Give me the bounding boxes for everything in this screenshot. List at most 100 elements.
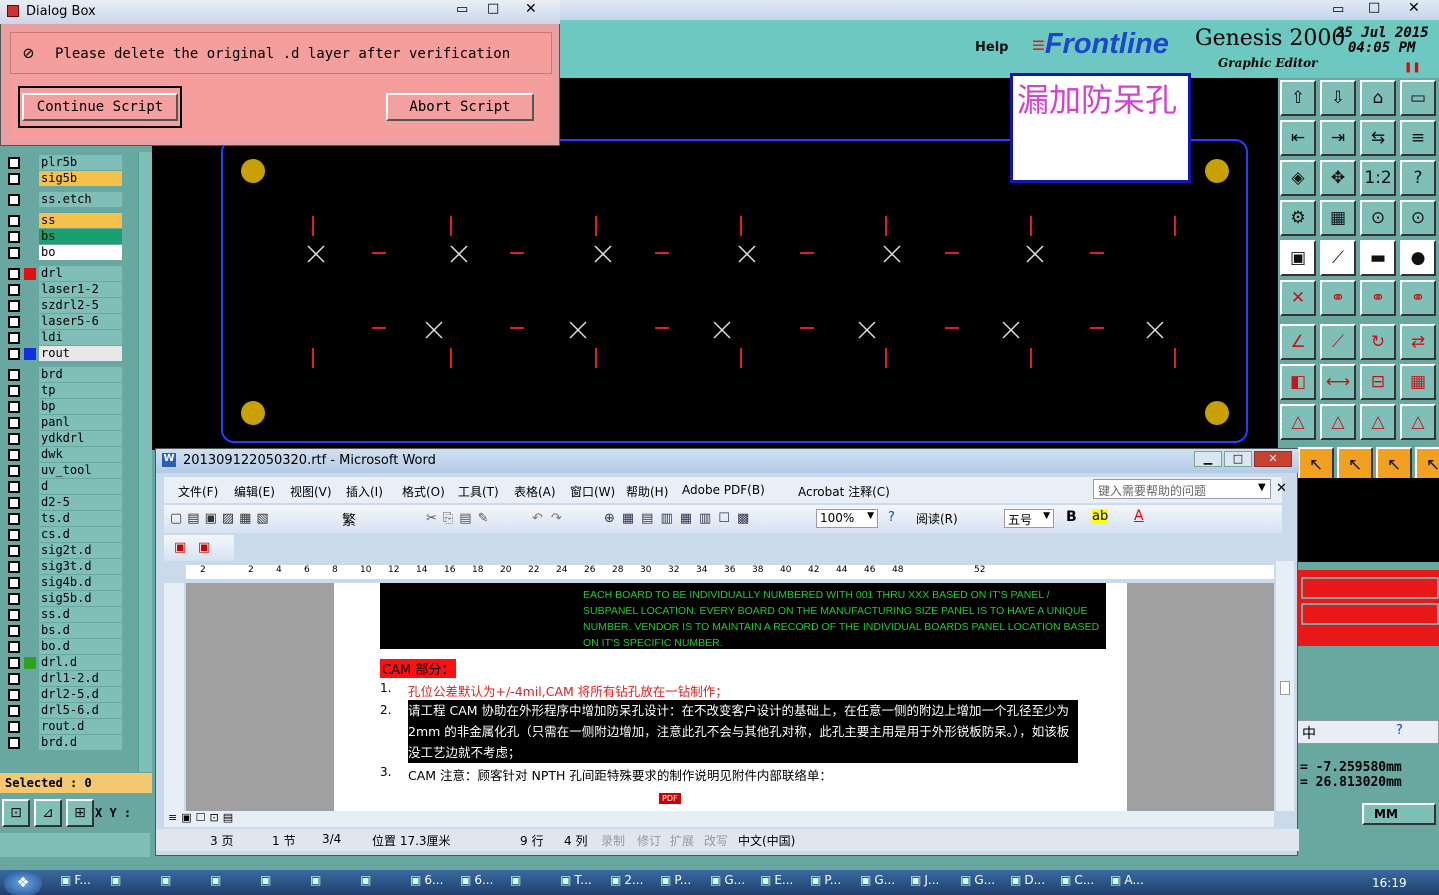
menu-item[interactable]: Acrobat 注释(C) xyxy=(798,483,890,500)
layer-checkbox[interactable] xyxy=(8,284,20,296)
layer-row[interactable]: szdrl2-5 xyxy=(0,298,124,313)
chevron-down-icon[interactable]: ▼ xyxy=(1258,482,1266,493)
pad-icon[interactable]: ▣ xyxy=(1280,240,1316,276)
layer-checkbox[interactable] xyxy=(8,300,20,312)
bold-button[interactable]: B xyxy=(1066,509,1077,525)
move-down-icon[interactable]: ⇩ xyxy=(1320,80,1356,116)
tape-icon[interactable]: ⊙ xyxy=(1360,200,1396,236)
layer-checkbox[interactable] xyxy=(8,417,20,429)
layer-checkbox[interactable] xyxy=(8,433,20,445)
home-icon[interactable]: ⌂ xyxy=(1360,80,1396,116)
link2-icon[interactable]: ⚭ xyxy=(1360,280,1396,316)
layer-row[interactable]: drl.d xyxy=(0,655,124,670)
layer-checkbox[interactable] xyxy=(8,609,20,621)
layer-checkbox[interactable] xyxy=(8,657,20,669)
abort-script-button[interactable]: Abort Script xyxy=(386,93,534,121)
pdf-attachment-icon[interactable]: PDF xyxy=(659,793,681,804)
close-doc-icon[interactable]: ✕ xyxy=(1276,481,1287,496)
layer-checkbox[interactable] xyxy=(8,231,20,243)
layer-row[interactable]: ss.etch xyxy=(0,192,124,207)
zoom-box-icon[interactable]: ⊡ xyxy=(2,799,30,827)
taskbar-item[interactable]: ▣ P... xyxy=(660,873,706,893)
triangle2-icon[interactable]: △ xyxy=(1320,404,1356,440)
layer-row[interactable]: sig5b.d xyxy=(0,591,124,606)
help-icon[interactable]: ? xyxy=(1400,160,1436,196)
layer-row[interactable]: bs.d xyxy=(0,623,124,638)
layer-row[interactable]: rout.d xyxy=(0,719,124,734)
read-mode-button[interactable]: 阅读(R) xyxy=(916,510,958,527)
layer-checkbox[interactable] xyxy=(8,673,20,685)
layer-row[interactable]: bs xyxy=(0,229,124,244)
menu-item[interactable]: 工具(T) xyxy=(458,483,499,500)
help-icon[interactable]: ? xyxy=(888,510,895,525)
vertical-scrollbar[interactable] xyxy=(1276,561,1294,811)
preview-thumbnail[interactable] xyxy=(1298,570,1439,646)
taskbar-item[interactable]: ▣ P... xyxy=(810,873,856,893)
layer-row[interactable]: sig3t.d xyxy=(0,559,124,574)
link-icon[interactable]: ⚭ xyxy=(1320,280,1356,316)
layer-row[interactable]: d2-5 xyxy=(0,495,124,510)
pan-icon[interactable]: ✥ xyxy=(1320,160,1356,196)
word-maximize-icon[interactable]: □ xyxy=(1224,451,1252,467)
continue-script-button[interactable]: Continue Script xyxy=(22,93,178,121)
taskbar-item[interactable]: ▣ xyxy=(260,873,306,893)
layer-row[interactable]: ss.d xyxy=(0,607,124,622)
start-button[interactable]: ❖ xyxy=(4,871,42,895)
layer-row[interactable]: drl xyxy=(0,266,124,281)
taskbar-item[interactable]: ▣ G... xyxy=(710,873,756,893)
scroll-thumb[interactable] xyxy=(1280,681,1290,695)
arrows-icon[interactable]: ⇄ xyxy=(1400,324,1436,360)
status-ext[interactable]: 扩展 xyxy=(670,832,694,849)
layer-checkbox[interactable] xyxy=(8,481,20,493)
angle-icon[interactable]: ∠ xyxy=(1280,324,1316,360)
layer-scrollbar[interactable] xyxy=(138,152,152,772)
layer-checkbox[interactable] xyxy=(8,513,20,525)
layer-checkbox[interactable] xyxy=(8,173,20,185)
layer-row[interactable]: sig2t.d xyxy=(0,543,124,558)
layer-checkbox[interactable] xyxy=(8,561,20,573)
pen-icon[interactable]: ⟋ xyxy=(1320,324,1356,360)
layer-checkbox[interactable] xyxy=(8,737,20,749)
zoom-select[interactable]: 100% ▼ xyxy=(816,509,878,528)
toolbar-edit-icons[interactable]: ✂⎘▤✎ xyxy=(426,511,494,526)
layer-row[interactable]: ss xyxy=(0,213,124,228)
taskbar-item[interactable]: ▣ J... xyxy=(910,873,956,893)
menu-item[interactable]: 视图(V) xyxy=(290,483,332,500)
layer-checkbox[interactable] xyxy=(8,157,20,169)
layer-row[interactable]: d xyxy=(0,479,124,494)
layer-row[interactable]: drl2-5.d xyxy=(0,687,124,702)
taskbar-item[interactable]: ▣ G... xyxy=(960,873,1006,893)
layer-checkbox[interactable] xyxy=(8,348,20,360)
horizontal-ruler[interactable]: 2 2 4 6 8 10 12 14 16 18 20 22 24 26 28 30 32 34 36 38 40 42 4… xyxy=(186,565,1274,579)
layer-row[interactable]: dwk xyxy=(0,447,124,462)
font-size-select[interactable]: 五号 ▼ xyxy=(1004,509,1054,528)
layer-checkbox[interactable] xyxy=(8,545,20,557)
units-select[interactable]: MM xyxy=(1362,803,1436,825)
layer-checkbox[interactable] xyxy=(8,593,20,605)
layer-checkbox[interactable] xyxy=(8,497,20,509)
swap-icon[interactable]: ⇆ xyxy=(1360,120,1396,156)
close-icon[interactable]: ✕ xyxy=(1408,0,1420,16)
status-rec[interactable]: 录制 xyxy=(601,832,625,849)
layer-checkbox[interactable] xyxy=(8,721,20,733)
ime-mode[interactable]: 中 xyxy=(1302,723,1316,743)
layer-checkbox[interactable] xyxy=(8,577,20,589)
layer-checkbox[interactable] xyxy=(8,215,20,227)
line-icon[interactable]: ⟋ xyxy=(1320,240,1356,276)
layer-row[interactable]: tp xyxy=(0,383,124,398)
layer-row[interactable]: plr5b xyxy=(0,155,124,170)
ratio-icon[interactable]: 1:2 xyxy=(1360,160,1396,196)
highlight-icon[interactable]: ab xyxy=(1092,509,1109,524)
layer-checkbox[interactable] xyxy=(8,465,20,477)
taskbar-item[interactable]: ▣ 2... xyxy=(610,873,656,893)
snap-icon[interactable]: ◧ xyxy=(1280,364,1316,400)
layer-checkbox[interactable] xyxy=(8,449,20,461)
layer-row[interactable]: bo.d xyxy=(0,639,124,654)
taskbar-item[interactable]: ▣ G... xyxy=(860,873,906,893)
traditional-icon[interactable]: 繁 xyxy=(342,510,356,530)
help-button[interactable]: Help xyxy=(975,40,1008,55)
layer-row[interactable]: panl xyxy=(0,415,124,430)
undo-redo-icons[interactable]: ↶↷ xyxy=(532,511,570,526)
dialog-minimize-icon[interactable]: ▭ xyxy=(456,2,468,17)
dialog-maximize-icon[interactable]: □ xyxy=(487,1,499,16)
